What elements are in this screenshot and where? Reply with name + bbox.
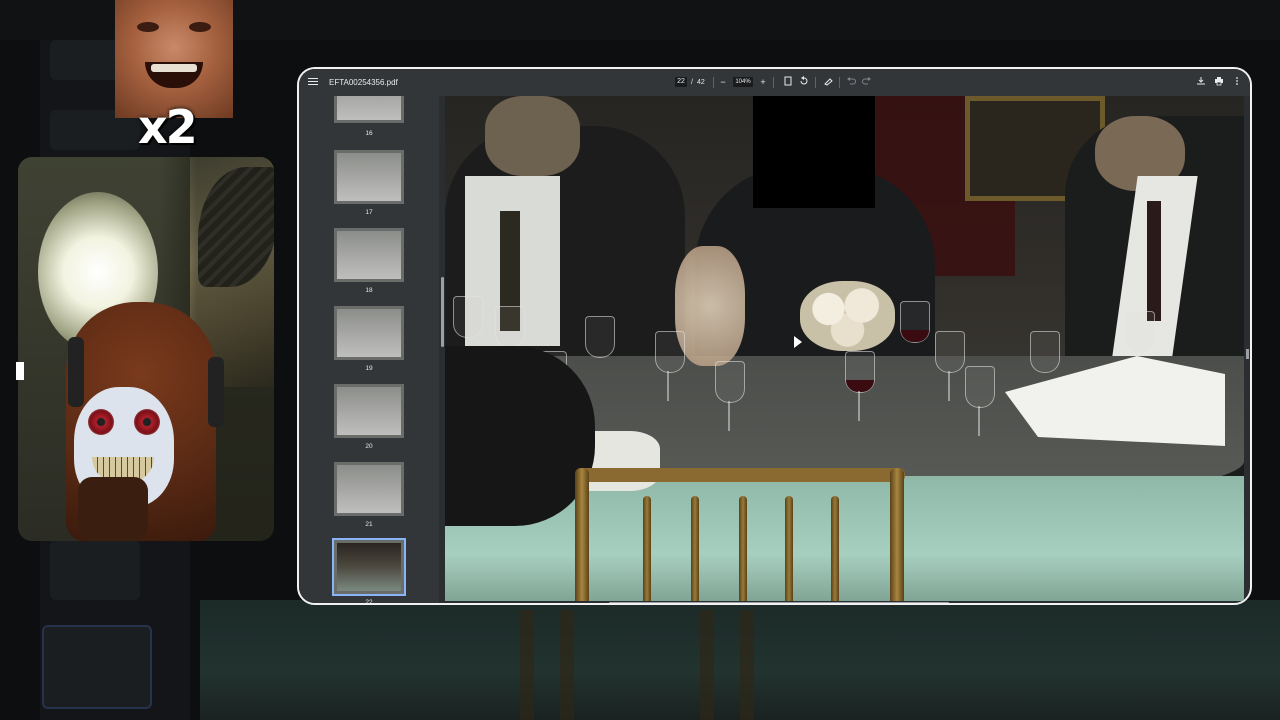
mouse-cursor-icon	[794, 336, 802, 348]
background-chair	[700, 610, 714, 720]
toolbar-divider	[839, 77, 840, 88]
photo-person-right	[1065, 116, 1244, 396]
toolbar-divider	[815, 77, 816, 88]
photo-chair-slat	[785, 496, 793, 601]
photo-glass	[935, 331, 965, 373]
photo-glass	[965, 366, 995, 408]
webcam-hand	[78, 477, 148, 541]
more-icon[interactable]	[1231, 76, 1243, 88]
page-thumbnail-20[interactable]	[334, 384, 404, 438]
page-thumbnail-22-selected[interactable]	[332, 538, 406, 596]
zoom-out-icon[interactable]: −	[717, 76, 729, 88]
photo-glass	[453, 296, 483, 338]
zoom-level-input[interactable]: 104%	[733, 77, 753, 87]
download-icon[interactable]	[1195, 76, 1207, 88]
sidebar-scrollbar-track[interactable]	[439, 96, 444, 603]
background-chair	[520, 610, 534, 720]
thumbnail-label: 16	[365, 130, 373, 137]
photo-chair-post	[575, 468, 589, 601]
rotate-icon[interactable]	[798, 76, 810, 88]
multiplier-text: x2	[138, 100, 198, 154]
photo-glass-stem	[667, 371, 669, 401]
photo-glass-stem	[948, 371, 950, 401]
pdf-page-photo[interactable]	[445, 96, 1244, 601]
page-number-input[interactable]: 22	[675, 77, 687, 87]
photo-chair-slat	[643, 496, 651, 601]
redo-icon[interactable]	[861, 76, 873, 88]
page-indicator: 22 / 42	[675, 77, 705, 87]
thumbnail-label: 22	[365, 599, 373, 605]
page-separator: /	[691, 78, 693, 86]
mask-eye	[134, 409, 160, 435]
photo-glass-stem	[858, 391, 860, 421]
page-thumbnail-19[interactable]	[334, 306, 404, 360]
thumbnail-label: 19	[365, 365, 373, 372]
pdf-toolbar: EFTA00254356.pdf 22 / 42 − 104% +	[299, 69, 1250, 96]
page-thumbnail-17[interactable]	[334, 150, 404, 204]
zoom-in-icon[interactable]: +	[757, 76, 769, 88]
photo-glass	[1030, 331, 1060, 373]
background-chair	[560, 610, 574, 720]
meme-teeth	[151, 64, 197, 72]
annotate-icon[interactable]	[823, 76, 835, 88]
sidebar-scrollbar-thumb[interactable]	[441, 277, 444, 347]
photo-glass-stem	[728, 401, 730, 431]
thumbnail-label: 20	[365, 443, 373, 450]
background-block	[42, 625, 152, 709]
mask-eye	[88, 409, 114, 435]
thumbnail-sidebar[interactable]: 16 17 18 19 20 21 22	[299, 96, 439, 605]
photo-glass	[845, 351, 875, 393]
page-horizontal-scrollbar-thumb[interactable]	[609, 602, 949, 603]
meme-eye	[137, 22, 159, 32]
photo-foreground-sleeve	[445, 346, 595, 526]
page-thumbnail-18[interactable]	[334, 228, 404, 282]
photo-chair-post	[890, 468, 904, 601]
photo-glass	[495, 306, 525, 348]
undo-icon[interactable]	[845, 76, 857, 88]
print-icon[interactable]	[1213, 76, 1225, 88]
background-block	[50, 540, 140, 600]
page-thumbnail-21[interactable]	[334, 462, 404, 516]
headphone-right	[208, 357, 224, 427]
photo-flowers	[800, 281, 895, 351]
thumbnail-label: 21	[365, 521, 373, 528]
photo-glass	[585, 316, 615, 358]
photo-chair-rail	[575, 468, 905, 482]
thumbnail-label: 18	[365, 287, 373, 294]
menu-icon[interactable]	[307, 76, 319, 88]
fit-page-icon[interactable]	[782, 76, 794, 88]
photo-centerpiece-figure	[675, 246, 745, 366]
photo-glass	[1125, 311, 1155, 353]
photo-chair-slat	[739, 496, 747, 601]
total-pages: 42	[696, 78, 705, 86]
page-thumbnail-16[interactable]	[334, 96, 404, 123]
webcam-side-marker	[16, 362, 24, 380]
toolbar-divider	[713, 77, 714, 88]
photo-chair-slat	[691, 496, 699, 601]
pdf-viewer-window: EFTA00254356.pdf 22 / 42 − 104% + 16 17 …	[297, 67, 1252, 605]
photo-chair-slat	[831, 496, 839, 601]
headphone-left	[68, 337, 84, 407]
toolbar-divider	[773, 77, 774, 88]
pdf-file-name: EFTA00254356.pdf	[329, 78, 398, 87]
meme-eye	[189, 22, 211, 32]
photo-glass-stem	[978, 406, 980, 436]
thumbnail-label: 17	[365, 209, 373, 216]
photo-glass	[715, 361, 745, 403]
photo-glass	[655, 331, 685, 373]
background-chair	[740, 610, 754, 720]
page-vertical-scrollbar-thumb[interactable]	[1246, 349, 1249, 359]
redaction-box	[753, 96, 875, 208]
photo-glass	[900, 301, 930, 343]
webcam-feed	[18, 157, 274, 541]
